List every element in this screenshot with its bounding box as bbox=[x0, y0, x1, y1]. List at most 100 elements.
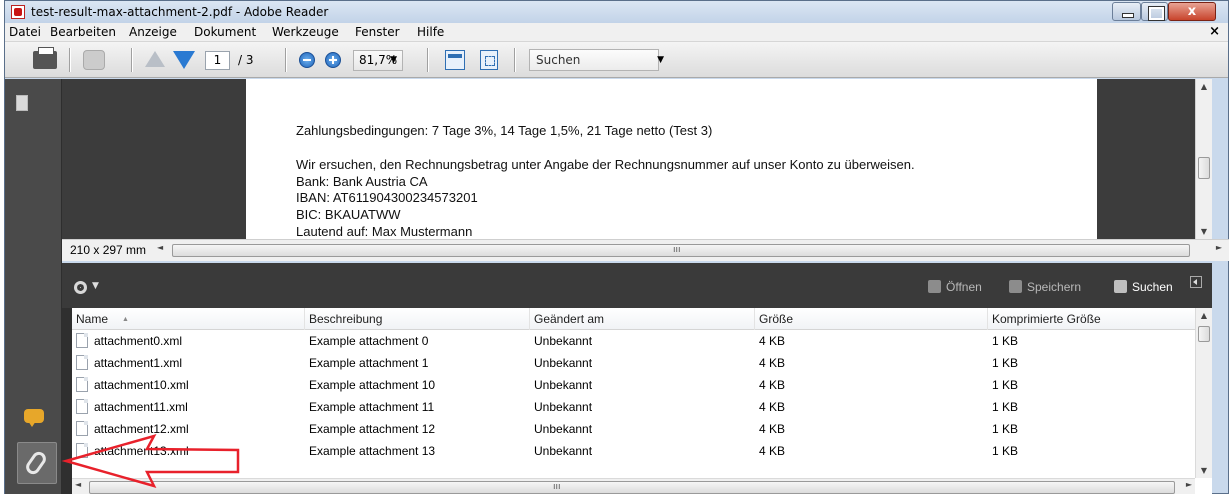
toolbar-separator bbox=[514, 48, 516, 72]
document-view[interactable]: Zahlungsbedingungen: 7 Tage 3%, 14 Tage … bbox=[62, 79, 1212, 242]
table-header: Name ▲ Beschreibung Geändert am Größe Ko… bbox=[72, 308, 1195, 330]
attachments-toolbar: ▼ Öffnen Speichern Suchen bbox=[62, 263, 1212, 308]
comments-icon[interactable] bbox=[24, 409, 44, 427]
save-attachment-button[interactable]: Speichern bbox=[1009, 280, 1081, 294]
scroll-down-icon[interactable]: ▼ bbox=[1196, 466, 1212, 475]
document-line: Zahlungsbedingungen: 7 Tage 3%, 14 Tage … bbox=[296, 123, 713, 138]
cell-modified-date: Unbekannt bbox=[534, 356, 593, 370]
document-vertical-scrollbar[interactable]: ▲ ▼ bbox=[1195, 79, 1212, 239]
adobe-reader-icon bbox=[11, 5, 25, 19]
attachments-vertical-scrollbar[interactable]: ▲ ▼ bbox=[1195, 308, 1212, 478]
cell-description: Example attachment 12 bbox=[309, 422, 436, 436]
search-attachments-button[interactable]: Suchen bbox=[1114, 280, 1173, 294]
cell-compressed-size: 1 KB bbox=[992, 334, 1019, 348]
attachments-horizontal-scrollbar[interactable]: ◄ ııı ► bbox=[72, 478, 1195, 494]
fit-page-icon[interactable] bbox=[480, 50, 498, 70]
save-icon bbox=[1009, 280, 1022, 293]
close-icon: x bbox=[1187, 4, 1197, 19]
cell-modified-date: Unbekannt bbox=[534, 444, 593, 458]
scroll-thumb[interactable]: ııı bbox=[172, 244, 1190, 257]
cell-file-name: attachment11.xml bbox=[94, 400, 188, 414]
previous-page-icon[interactable] bbox=[145, 51, 165, 67]
print-icon[interactable] bbox=[33, 47, 57, 69]
search-input[interactable]: Suchen ▼ bbox=[529, 49, 664, 71]
menu-fenster[interactable]: Fenster bbox=[355, 25, 400, 39]
cell-compressed-size: 1 KB bbox=[992, 356, 1019, 370]
pages-icon[interactable] bbox=[12, 95, 28, 117]
document-line: BIC: BKAUATWW bbox=[296, 207, 401, 222]
cell-file-name: attachment13.xml bbox=[94, 444, 189, 458]
scroll-thumb[interactable]: ııı bbox=[89, 481, 1175, 494]
scroll-down-icon[interactable]: ▼ bbox=[1196, 227, 1212, 236]
maximize-button[interactable] bbox=[1141, 2, 1168, 21]
minimize-button[interactable] bbox=[1112, 2, 1141, 21]
cell-compressed-size: 1 KB bbox=[992, 444, 1019, 458]
cell-size: 4 KB bbox=[759, 400, 786, 414]
scroll-thumb[interactable] bbox=[1198, 326, 1210, 342]
open-icon bbox=[928, 280, 941, 293]
menu-werkzeuge[interactable]: Werkzeuge bbox=[272, 25, 339, 39]
sort-ascending-icon: ▲ bbox=[122, 316, 129, 323]
column-header-compressed-size[interactable]: Komprimierte Größe bbox=[988, 308, 1195, 330]
chevron-down-icon: ▼ bbox=[657, 55, 664, 65]
menu-anzeige[interactable]: Anzeige bbox=[129, 25, 177, 39]
column-header-modified[interactable]: Geändert am bbox=[530, 308, 755, 330]
column-header-name[interactable]: Name ▲ bbox=[72, 308, 305, 330]
title-bar[interactable]: test-result-max-attachment-2.pdf - Adobe… bbox=[5, 1, 1228, 23]
scroll-thumb[interactable] bbox=[1198, 157, 1210, 179]
page-total: / 3 bbox=[238, 53, 254, 67]
scroll-right-icon[interactable]: ► bbox=[1186, 480, 1192, 489]
gear-icon[interactable] bbox=[74, 281, 87, 294]
scroll-grip-icon: ııı bbox=[673, 245, 681, 255]
column-header-size[interactable]: Größe bbox=[755, 308, 988, 330]
table-row[interactable]: attachment12.xml Example attachment 12 Unb… bbox=[72, 418, 1195, 440]
menu-dokument[interactable]: Dokument bbox=[194, 25, 256, 39]
column-header-description[interactable]: Beschreibung bbox=[305, 308, 530, 330]
document-line: Lautend auf: Max Mustermann bbox=[296, 224, 473, 239]
search-icon bbox=[1114, 280, 1127, 293]
email-icon[interactable] bbox=[83, 50, 105, 70]
scroll-right-icon[interactable]: ► bbox=[1216, 243, 1222, 252]
scroll-grip-icon: ııı bbox=[553, 482, 561, 492]
menu-datei[interactable]: Datei bbox=[9, 25, 41, 39]
fit-width-icon[interactable] bbox=[445, 50, 465, 70]
navigation-pane bbox=[5, 79, 62, 494]
close-document-icon[interactable]: × bbox=[1209, 24, 1220, 39]
cell-modified-date: Unbekannt bbox=[534, 378, 593, 392]
table-row[interactable]: attachment11.xml Example attachment 11 Unb… bbox=[72, 396, 1195, 418]
toolbar-separator bbox=[427, 48, 429, 72]
cell-compressed-size: 1 KB bbox=[992, 400, 1019, 414]
scroll-left-icon[interactable]: ◄ bbox=[75, 480, 81, 489]
attachments-table: Name ▲ Beschreibung Geändert am Größe Ko… bbox=[72, 308, 1212, 494]
save-label: Speichern bbox=[1027, 280, 1082, 294]
attachments-tab[interactable] bbox=[17, 442, 57, 484]
cell-modified-date: Unbekannt bbox=[534, 400, 593, 414]
next-page-icon[interactable] bbox=[173, 51, 195, 69]
close-window-button[interactable]: x bbox=[1168, 2, 1216, 21]
table-row[interactable]: attachment1.xml Example attachment 1 Unbek… bbox=[72, 352, 1195, 374]
collapse-panel-icon[interactable] bbox=[1190, 276, 1202, 288]
document-line: IBAN: AT611904300234573201 bbox=[296, 190, 478, 205]
document-line: Bank: Bank Austria CA bbox=[296, 174, 428, 189]
menu-hilfe[interactable]: Hilfe bbox=[417, 25, 444, 39]
toolbar-separator bbox=[69, 48, 71, 72]
scroll-left-icon[interactable]: ◄ bbox=[157, 243, 163, 252]
cell-description: Example attachment 1 bbox=[309, 356, 429, 370]
chevron-down-icon[interactable]: ▼ bbox=[92, 281, 99, 291]
scroll-up-icon[interactable]: ▲ bbox=[1196, 311, 1212, 320]
zoom-out-icon[interactable] bbox=[299, 52, 315, 68]
cell-size: 4 KB bbox=[759, 378, 786, 392]
page-number-input[interactable]: 1 bbox=[205, 51, 230, 70]
scroll-up-icon[interactable]: ▲ bbox=[1196, 82, 1212, 91]
table-row[interactable]: attachment0.xml Example attachment 0 Unbek… bbox=[72, 330, 1195, 352]
table-row[interactable]: attachment10.xml Example attachment 10 Unb… bbox=[72, 374, 1195, 396]
zoom-level-select[interactable]: 81,7% ▼ bbox=[353, 50, 403, 71]
zoom-in-icon[interactable] bbox=[325, 52, 341, 68]
table-row[interactable]: attachment13.xml Example attachment 13 Unb… bbox=[72, 440, 1195, 462]
document-horizontal-scrollbar[interactable]: ◄ ııı ► bbox=[154, 242, 1222, 259]
search-placeholder: Suchen bbox=[536, 53, 581, 67]
column-header-label: Name bbox=[76, 312, 109, 326]
menu-bearbeiten[interactable]: Bearbeiten bbox=[50, 25, 116, 39]
open-attachment-button[interactable]: Öffnen bbox=[928, 280, 982, 294]
document-line: Wir ersuchen, den Rechnungsbetrag unter … bbox=[296, 157, 915, 172]
